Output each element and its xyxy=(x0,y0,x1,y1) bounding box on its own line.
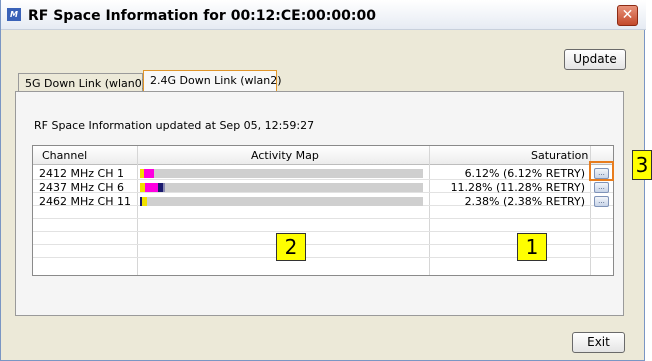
activity-bar xyxy=(140,183,423,192)
saturation-cell: 2.38% (2.38% RETRY) xyxy=(464,195,585,208)
app-icon: M xyxy=(7,8,21,21)
title-bar: M RF Space Information for 00:12:CE:00:0… xyxy=(1,0,646,30)
tab-2-4g-down-link[interactable]: 2.4G Down Link (wlan2) xyxy=(143,70,282,92)
rf-space-dialog: M RF Space Information for 00:12:CE:00:0… xyxy=(0,0,646,361)
column-header-channel[interactable]: Channel xyxy=(42,149,87,162)
activity-bar xyxy=(140,197,423,206)
row-detail-button[interactable]: ... xyxy=(594,196,609,207)
callout-activity-map: 2 xyxy=(276,233,306,261)
activity-bar xyxy=(140,169,423,178)
callout-saturation: 1 xyxy=(517,233,547,261)
table-row[interactable]: 2437 MHz CH 6 11.28% (11.28% RETRY) ... xyxy=(33,181,613,194)
row-divider xyxy=(33,231,613,232)
exit-button[interactable]: Exit xyxy=(572,332,625,353)
callout-detail-button: 3 xyxy=(632,150,652,180)
channel-cell: 2437 MHz CH 6 xyxy=(39,181,124,194)
saturation-cell: 6.12% (6.12% RETRY) xyxy=(464,167,585,180)
activity-segment xyxy=(141,197,147,206)
activity-segment xyxy=(144,169,154,178)
channel-cell: 2412 MHz CH 1 xyxy=(39,167,124,180)
channel-cell: 2462 MHz CH 11 xyxy=(39,195,131,208)
activity-segment xyxy=(145,183,159,192)
update-button[interactable]: Update xyxy=(564,49,626,70)
detail-button-highlight xyxy=(589,161,614,181)
window-title: RF Space Information for 00:12:CE:00:00:… xyxy=(28,8,376,24)
column-header-saturation[interactable]: Saturation xyxy=(531,149,588,162)
close-button[interactable]: ✕ xyxy=(617,5,638,26)
close-icon: ✕ xyxy=(621,7,634,23)
row-detail-button[interactable]: ... xyxy=(594,182,609,193)
row-divider xyxy=(33,218,613,219)
column-divider xyxy=(137,146,138,275)
table-row[interactable]: 2412 MHz CH 1 6.12% (6.12% RETRY) ... xyxy=(33,167,613,180)
saturation-cell: 11.28% (11.28% RETRY) xyxy=(450,181,585,194)
table-header: Channel Activity Map Saturation xyxy=(33,146,613,165)
column-divider xyxy=(429,146,430,275)
update-status-text: RF Space Information updated at Sep 05, … xyxy=(34,119,315,132)
column-header-activity-map[interactable]: Activity Map xyxy=(251,149,319,162)
activity-segment xyxy=(162,183,165,192)
table-row[interactable]: 2462 MHz CH 11 2.38% (2.38% RETRY) ... xyxy=(33,195,613,208)
